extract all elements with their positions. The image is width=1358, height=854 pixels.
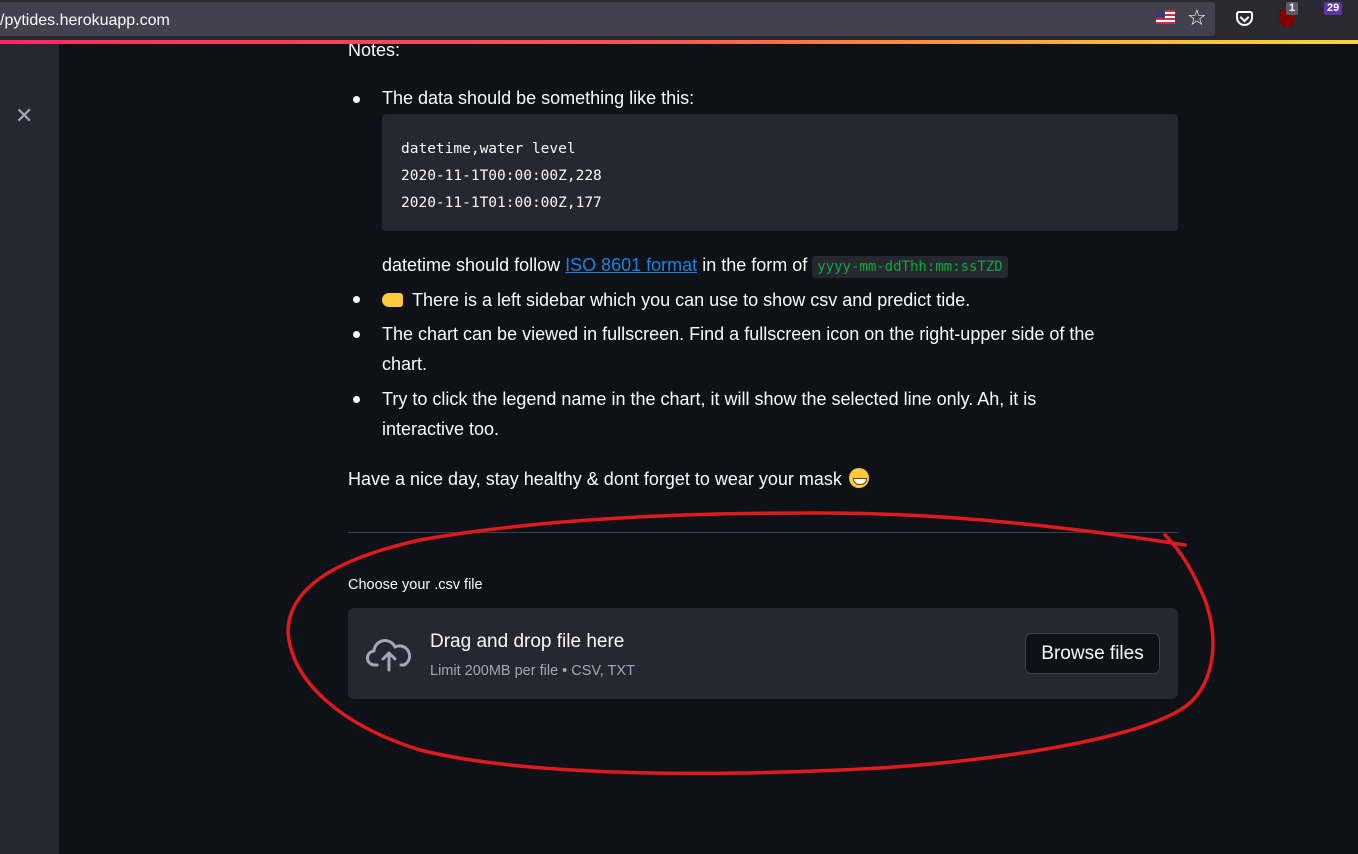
ublock-badge: 1 bbox=[1286, 2, 1299, 15]
browser-toolbar: /pytides.herokuapp.com ☆ 1 29 bbox=[0, 0, 1358, 40]
pointing-hand-icon bbox=[382, 293, 403, 307]
dropzone-title: Drag and drop file here bbox=[430, 631, 625, 652]
star-icon[interactable]: ☆ bbox=[1187, 5, 1207, 31]
divider bbox=[348, 532, 1178, 533]
dropzone-limit-text: Limit 200MB per file • CSV, TXT bbox=[430, 663, 635, 679]
closing-message: Have a nice day, stay healthy & dont for… bbox=[348, 468, 869, 490]
browse-files-button[interactable]: Browse files bbox=[1025, 633, 1160, 674]
notes-item-sidebar: There is a left sidebar which you can us… bbox=[382, 289, 970, 311]
code-line: 2020-11-1T00:00:00Z,228 bbox=[401, 168, 602, 184]
file-uploader-label: Choose your .csv file bbox=[348, 577, 483, 593]
iso-8601-link[interactable]: ISO 8601 format bbox=[565, 255, 697, 275]
notes-item-fullscreen-line2: chart. bbox=[382, 354, 428, 374]
code-line: datetime,water level bbox=[401, 141, 576, 157]
main-content: Notes: The data should be something like… bbox=[59, 44, 1358, 854]
bullet-dot bbox=[353, 396, 360, 403]
close-icon[interactable]: ✕ bbox=[15, 104, 33, 128]
datetime-note: datetime should follow ISO 8601 format i… bbox=[382, 254, 1008, 278]
notes-heading: Notes: bbox=[348, 44, 401, 60]
notes-item-data-format: The data should be something like this: bbox=[382, 88, 695, 108]
code-line: 2020-11-1T01:00:00Z,177 bbox=[401, 195, 602, 211]
cloud-upload-icon bbox=[366, 639, 412, 672]
notes-item-legend-line2: interactive too. bbox=[382, 419, 500, 439]
notes-item-legend-line1: Try to click the legend name in the char… bbox=[382, 389, 1037, 409]
pocket-icon[interactable] bbox=[1236, 11, 1253, 26]
bullet-dot bbox=[353, 296, 360, 303]
url-text[interactable]: /pytides.herokuapp.com bbox=[0, 12, 170, 30]
datetime-middle: in the form of bbox=[697, 255, 813, 275]
file-dropzone[interactable]: Drag and drop file here Limit 200MB per … bbox=[348, 608, 1178, 699]
notes-item-fullscreen-line1: The chart can be viewed in fullscreen. F… bbox=[382, 324, 1095, 344]
extension-badge[interactable]: 29 bbox=[1324, 2, 1343, 15]
sidebar: ✕ bbox=[0, 44, 59, 854]
flag-icon[interactable] bbox=[1156, 10, 1175, 24]
closing-text: Have a nice day, stay healthy & dont for… bbox=[348, 469, 847, 489]
notes-item-sidebar-text: There is a left sidebar which you can us… bbox=[412, 290, 971, 310]
datetime-format-code: yyyy-mm-ddThh:mm:ssTZD bbox=[812, 256, 1008, 278]
datetime-prefix: datetime should follow bbox=[382, 255, 566, 275]
grin-icon bbox=[848, 468, 869, 488]
code-block: datetime,water level 2020-11-1T00:00:00Z… bbox=[382, 114, 1178, 231]
bullet-dot bbox=[353, 96, 360, 103]
url-bar[interactable]: /pytides.herokuapp.com bbox=[0, 2, 1215, 36]
bullet-dot bbox=[353, 331, 360, 338]
